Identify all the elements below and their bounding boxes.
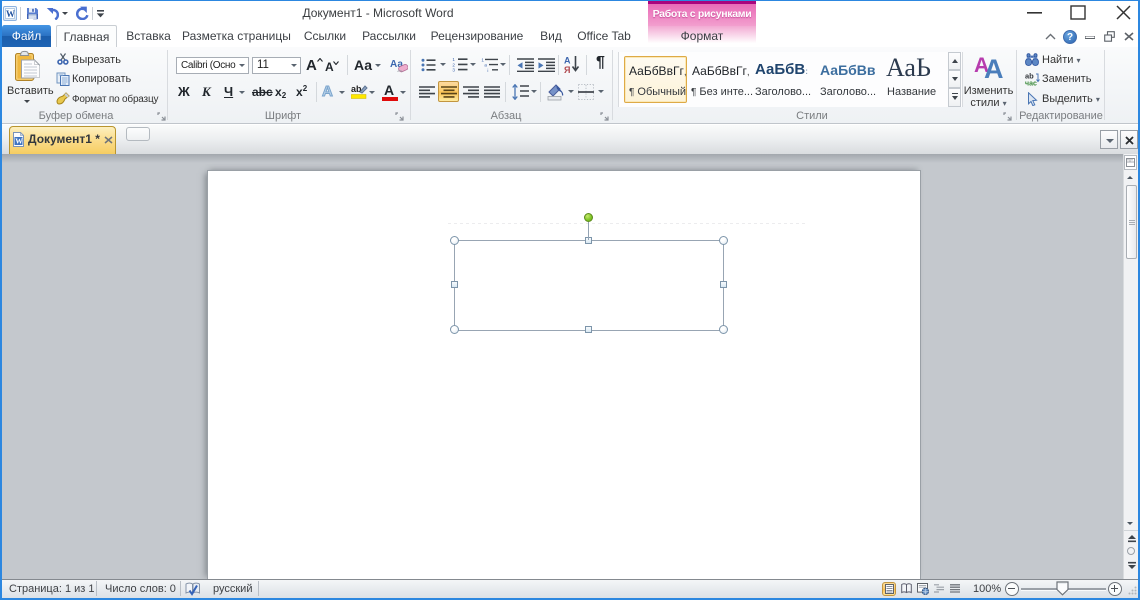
- svg-text:А: А: [564, 56, 571, 66]
- svg-text:W: W: [15, 137, 23, 146]
- svg-text:час: час: [1025, 81, 1037, 87]
- svg-text:Я: Я: [564, 65, 570, 74]
- svg-text:A: A: [984, 54, 1004, 80]
- svg-text:ab: ab: [1025, 72, 1034, 81]
- svg-text:i: i: [487, 68, 488, 72]
- svg-text:1: 1: [452, 57, 455, 62]
- svg-text:3: 3: [452, 68, 455, 72]
